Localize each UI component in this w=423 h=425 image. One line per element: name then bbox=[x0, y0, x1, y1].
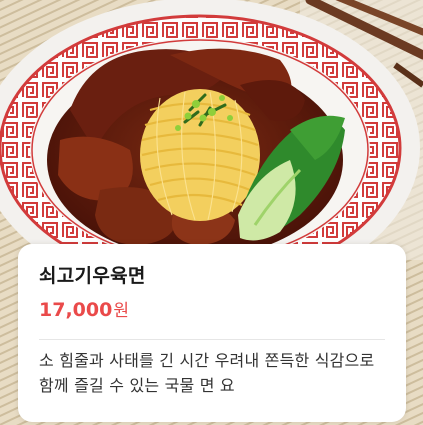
price-amount: 17,000 bbox=[39, 299, 113, 321]
menu-info-card[interactable]: 쇠고기우육면 17,000원 소 힘줄과 사태를 긴 시간 우려내 쫀득한 식감… bbox=[18, 244, 406, 422]
price: 17,000원 bbox=[39, 296, 129, 321]
menu-description: 소 힘줄과 사태를 긴 시간 우려내 쫀득한 식감으로 함께 즐길 수 있는 국… bbox=[39, 351, 375, 395]
menu-title: 쇠고기우육면 bbox=[39, 265, 146, 287]
divider bbox=[39, 339, 385, 340]
price-currency: 원 bbox=[113, 301, 129, 321]
